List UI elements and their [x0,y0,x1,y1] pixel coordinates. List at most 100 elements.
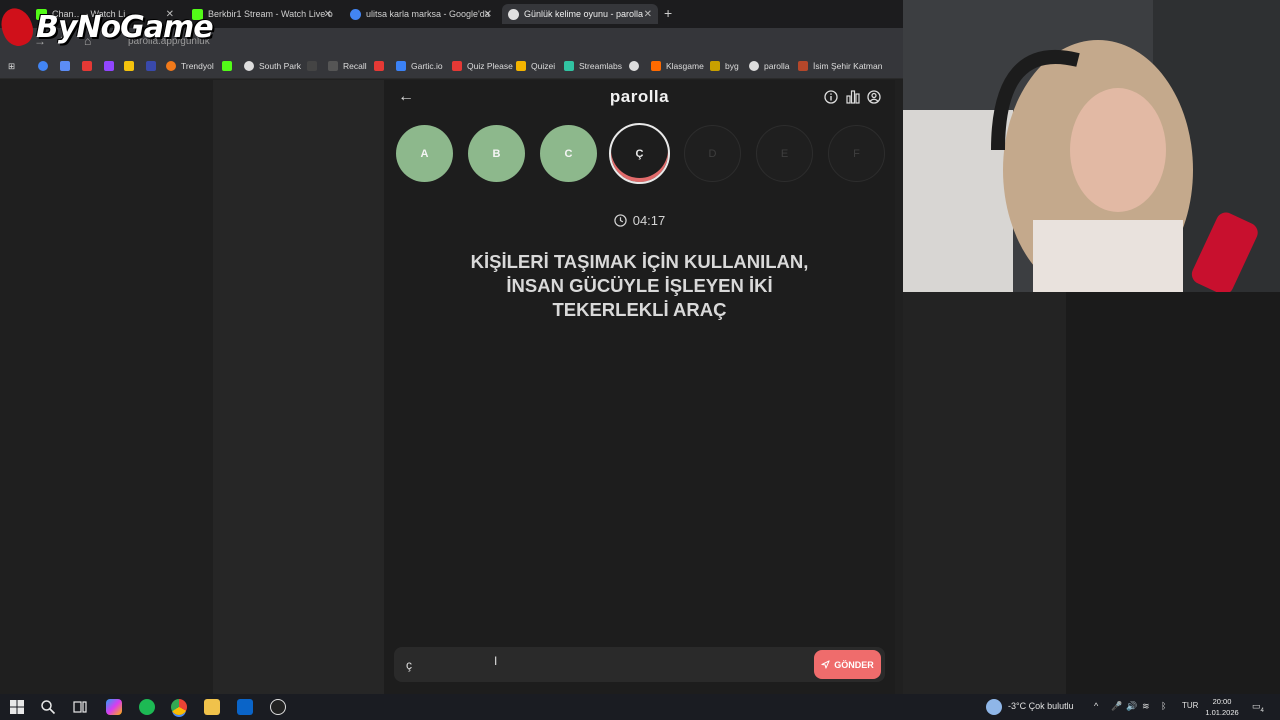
letter-circle-d: D [684,125,741,182]
globe-icon [244,61,254,71]
parolla-app: ← parolla A B C Ç D E F 04:17 KİŞİLERİ T… [384,80,895,694]
file-explorer-icon[interactable] [204,699,220,715]
clock-date: 1.01.2026 [1205,708,1239,717]
weather-text[interactable]: -3°C Çok bulutlu [1008,701,1074,711]
windows-start-icon[interactable] [9,699,25,715]
logo-mark-icon [0,4,38,50]
spotify-icon[interactable] [139,699,155,715]
close-icon[interactable]: ✕ [644,9,652,20]
copilot-icon[interactable] [106,699,122,715]
bookmark-klasgame[interactable]: Klasgame [651,61,704,71]
bluetooth-icon[interactable]: ᛒ [1161,701,1166,711]
close-icon[interactable]: ✕ [484,9,492,20]
parolla-icon [508,8,519,20]
new-tab-icon[interactable]: + [664,5,672,21]
streamlabs-icon [564,61,574,71]
letter-circle-current: Ç [609,123,670,184]
youtube-icon[interactable] [82,61,97,71]
language-indicator[interactable]: TUR [1182,701,1198,710]
bookmark-icon[interactable] [146,61,161,71]
klasgame-icon [651,61,661,71]
weather-icon [986,699,1002,715]
bookmark-isim-sehir[interactable]: İsim Şehir Katman [798,61,882,71]
bookmark-parolla[interactable]: parolla [749,61,790,71]
youtube-icon [452,61,462,71]
clock-icon [614,214,627,227]
webcam-image [903,0,1280,292]
bookmark-streamlabs[interactable]: Streamlabs [564,61,622,71]
byg-icon [710,61,720,71]
letter-circle-e: E [756,125,813,182]
volume-icon[interactable]: 🔊 [1126,701,1137,712]
profile-icon[interactable] [867,90,881,104]
letter-circle-f: F [828,125,885,182]
app-brand: parolla [609,87,670,106]
stream-logo: ByNoGame [0,4,214,50]
bookmark-icon [798,61,808,71]
bookmark-icon[interactable] [124,61,139,71]
bookmark-trendyol[interactable]: Trendyol [166,61,214,71]
timer-value: 04:17 [632,213,666,228]
question-text: KİŞİLERİ TAŞIMAK İÇİN KULLANILAN, İNSAN … [424,250,855,322]
bookmark-quiz-please[interactable]: Quiz Please [452,61,513,71]
tab-label: Berkbir1 Stream - Watch Live o [208,9,333,19]
google-icon [350,8,361,20]
tab-label: ulitsa karla marksa - Google'da [366,9,490,19]
send-icon [821,660,830,669]
obs-icon[interactable] [270,699,286,715]
stats-icon[interactable] [846,90,860,104]
kick-icon[interactable] [222,61,237,71]
app-header: ← parolla [384,80,895,116]
bookmark-byg[interactable]: byg [710,61,739,71]
twitch-icon[interactable] [104,61,119,71]
globe-icon[interactable] [629,61,644,71]
bookmarks-bar: ⊞ Trendyol South Park Recall Gartic.io Q… [0,55,903,79]
notification-count: 4 [1260,707,1264,714]
chrome-icon[interactable] [171,699,187,715]
answer-value: ç [406,658,412,672]
youtube-icon[interactable] [374,61,389,71]
send-button[interactable]: GÖNDER [814,650,881,679]
page-left-background [0,80,213,694]
letter-circle-b: B [468,125,525,182]
google-bookmark-icon[interactable] [38,61,53,71]
letter-circle-a: A [396,125,453,182]
right-panel [903,292,1066,694]
apps-grid-icon[interactable]: ⊞ [8,61,15,72]
letter-circle-c: C [540,125,597,182]
tab-google[interactable]: ulitsa karla marksa - Google'da ✕ [344,4,498,24]
bookmark-south-park[interactable]: South Park [244,61,301,71]
question-line: İNSAN GÜCÜYLE İŞLEYEN İKİ [506,275,773,296]
parolla-icon [749,61,759,71]
close-icon[interactable]: ✕ [324,9,332,20]
taskbar: -3°C Çok bulutlu ^ 🎤 🔊 ≋ ᛒ TUR 20:00 1.0… [0,694,1280,720]
notification-icon[interactable]: ▭4 [1252,701,1264,714]
bookmark-icon[interactable] [60,61,75,71]
bookmark-gartic[interactable]: Gartic.io [396,61,443,71]
info-icon[interactable] [824,90,838,104]
outlook-icon[interactable] [237,699,253,715]
trendyol-icon [166,61,176,71]
answer-input[interactable]: ç GÖNDER [394,647,885,682]
tab-label: Günlük kelime oyunu - parolla [524,9,644,19]
question-line: TEKERLEKLİ ARAÇ [552,299,727,320]
x-icon[interactable] [307,61,322,71]
webcam-feed [903,0,1280,292]
bookmark-recall[interactable]: Recall [328,61,367,71]
right-panel-dark [1066,292,1280,694]
text-cursor-icon: I [494,654,498,668]
wifi-icon[interactable]: ≋ [1142,701,1150,712]
recall-icon [328,61,338,71]
microphone-icon[interactable]: 🎤 [1111,701,1122,712]
clock[interactable]: 20:00 1.01.2026 [1202,696,1242,718]
timer: 04:17 [384,213,895,228]
chevron-up-icon[interactable]: ^ [1094,701,1098,711]
clock-time: 20:00 [1212,697,1232,706]
search-icon[interactable] [40,699,56,715]
logo-text: ByNoGame [36,9,214,45]
bookmark-quizei[interactable]: Quizei [516,61,555,71]
task-view-icon[interactable] [72,699,88,715]
page-left-gutter [213,80,384,694]
question-line: KİŞİLERİ TAŞIMAK İÇİN KULLANILAN, [470,251,809,272]
tab-parolla[interactable]: Günlük kelime oyunu - parolla ✕ [502,4,658,24]
